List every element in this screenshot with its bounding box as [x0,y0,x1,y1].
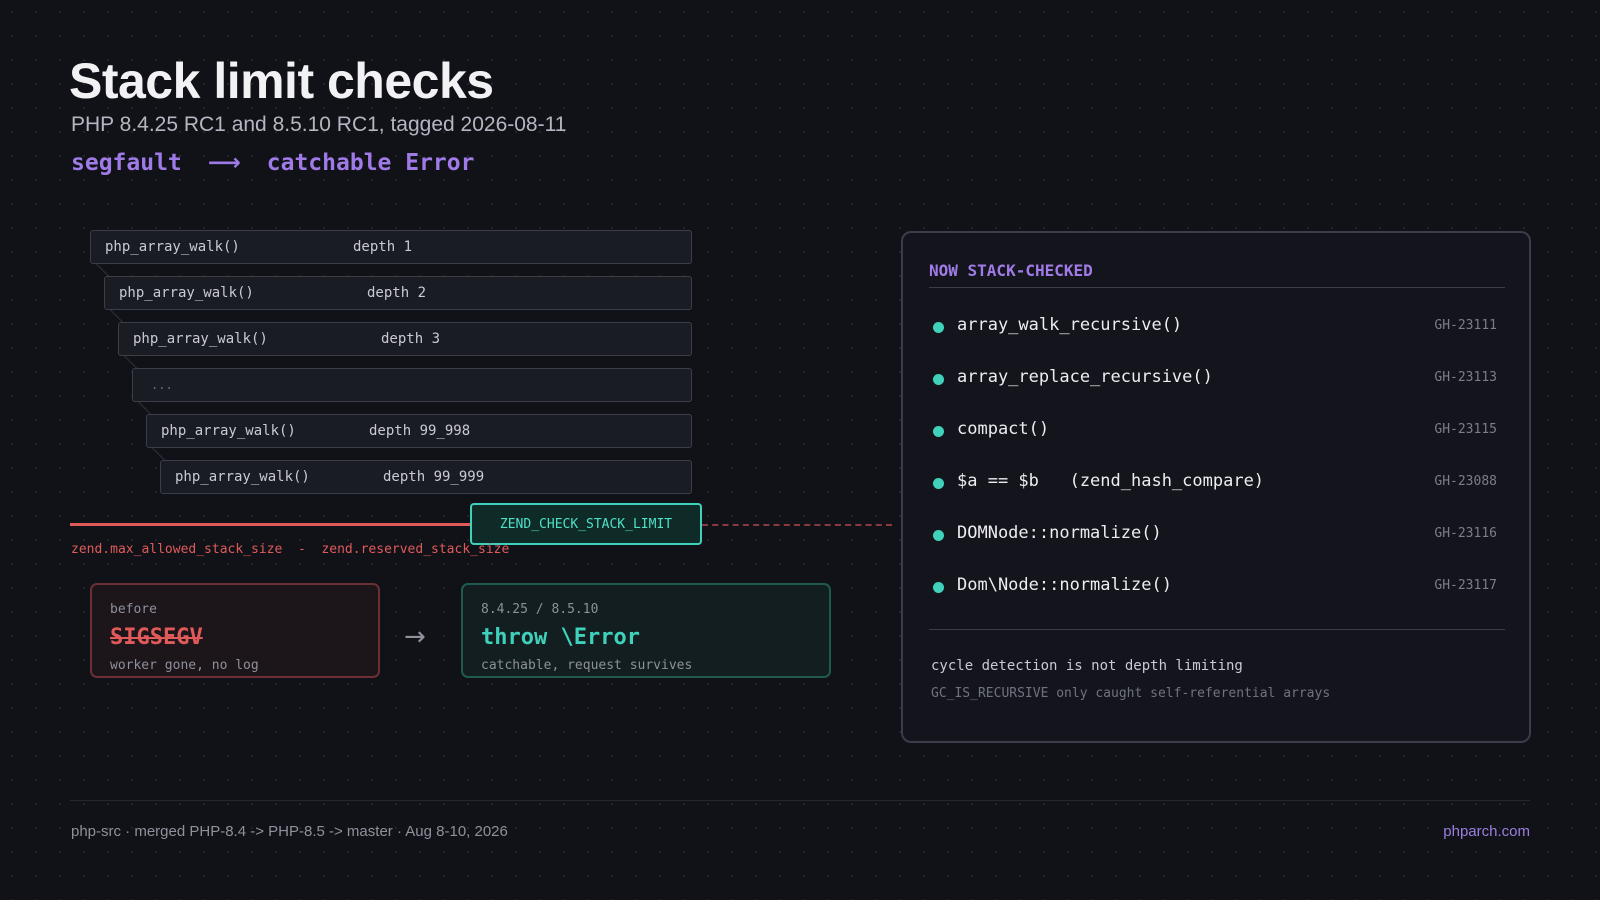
bullet-icon [933,530,944,541]
panel-title: NOW STACK-CHECKED [929,261,1093,280]
list-item: array_walk_recursive() GH-23111 [929,315,1505,345]
stack-limit-dashed-line [702,524,892,526]
call-stack: php_array_walk() depth 1 php_array_walk()… [90,230,692,495]
frame-depth: depth 1 [353,239,413,255]
stack-limit-formula: zend.max_allowed_stack_size - zend.reser… [71,542,510,557]
bullet-icon [933,322,944,333]
bullet-icon [933,478,944,489]
tagline-to: catchable Error [266,150,475,176]
frame-depth: depth 3 [381,331,441,347]
item-name: array_walk_recursive() [957,315,1183,335]
footer-divider [70,800,1530,801]
item-ref: GH-23117 [1434,578,1497,593]
list-item: $a == $b (zend_hash_compare) GH-23088 [929,471,1505,501]
frame-function: php_array_walk() [105,239,240,255]
footer-link[interactable]: phparch.com [1443,823,1530,840]
footer-meta: php-src · merged PHP-8.4 -> PHP-8.5 -> m… [71,823,508,840]
stack-frame: php_array_walk() depth 99_999 [160,460,692,494]
list-item: compact() GH-23115 [929,419,1505,449]
frame-connector [110,310,123,322]
list-item: DOMNode::normalize() GH-23116 [929,523,1505,553]
item-name: DOMNode::normalize() [957,523,1162,543]
stack-limit-line [70,523,470,526]
after-value: throw \Error [481,625,640,650]
page-title: Stack limit checks [69,53,494,109]
frame-function: php_array_walk() [161,423,296,439]
right-arrow-icon: → [404,622,426,652]
before-note: worker gone, no log [110,658,259,673]
stack-frame: php_array_walk() depth 3 [118,322,692,356]
frame-depth: depth 99_998 [369,423,471,439]
before-label: before [110,602,157,617]
item-ref: GH-23113 [1434,370,1497,385]
page-subtitle: PHP 8.4.25 RC1 and 8.5.10 RC1, tagged 20… [71,113,567,136]
stack-frame: php_array_walk() depth 1 [90,230,692,264]
right-arrow-icon: ⟶ [207,150,241,176]
panel-divider [929,629,1505,630]
frame-depth: depth 99_999 [383,469,485,485]
bullet-icon [933,426,944,437]
panel-divider [929,287,1505,288]
item-ref: GH-23088 [1434,474,1497,489]
panel-note: cycle detection is not depth limiting [931,658,1243,674]
stack-limit-label: ZEND_CHECK_STACK_LIMIT [470,503,702,545]
bullet-icon [933,582,944,593]
item-name: array_replace_recursive() [957,367,1213,387]
item-ref: GH-23116 [1434,526,1497,541]
item-name: compact() [957,419,1050,439]
tagline-from: segfault [71,150,182,176]
frame-function: php_array_walk() [175,469,310,485]
frame-connector [96,264,109,276]
stack-frame-ellipsis: ... [132,368,692,402]
frame-connector [138,402,151,414]
frame-depth: depth 2 [367,285,427,301]
frame-connector [152,448,165,460]
tagline: segfault ⟶ catchable Error [71,150,474,176]
after-note: catchable, request survives [481,658,693,673]
stack-checked-panel: NOW STACK-CHECKED array_walk_recursive()… [901,231,1531,743]
item-name: Dom\Node::normalize() [957,575,1172,595]
before-card: before SIGSEGV worker gone, no log [90,583,380,678]
stack-frame: php_array_walk() depth 99_998 [146,414,692,448]
list-item: Dom\Node::normalize() GH-23117 [929,575,1505,605]
panel-subnote: GC_IS_RECURSIVE only caught self-referen… [931,686,1331,701]
before-value: SIGSEGV [110,625,203,650]
frame-ellipsis: ... [151,378,173,392]
list-item: array_replace_recursive() GH-23113 [929,367,1505,397]
item-ref: GH-23111 [1434,318,1497,333]
item-name: $a == $b (zend_hash_compare) [957,471,1265,491]
frame-connector [124,356,137,368]
bullet-icon [933,374,944,385]
item-ref: GH-23115 [1434,422,1497,437]
frame-function: php_array_walk() [119,285,254,301]
after-card: 8.4.25 / 8.5.10 throw \Error catchable, … [461,583,831,678]
after-label: 8.4.25 / 8.5.10 [481,602,599,617]
stack-frame: php_array_walk() depth 2 [104,276,692,310]
frame-function: php_array_walk() [133,331,268,347]
